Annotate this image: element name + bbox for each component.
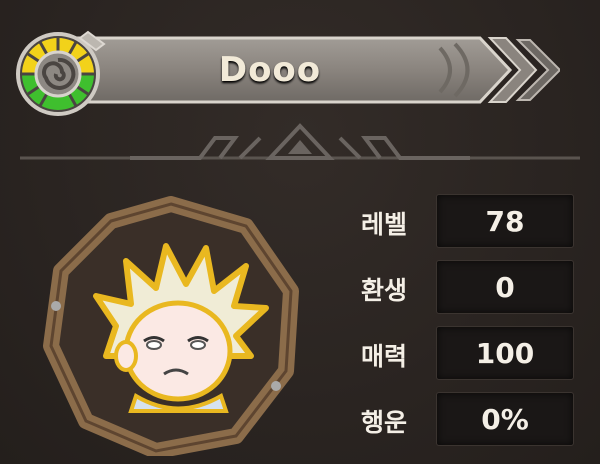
rank-emblem-icon [10,24,106,120]
stat-label: 매력 [360,342,407,371]
stat-label: 환생 [360,276,407,305]
stat-value: 100 [436,326,574,380]
ornament-divider [20,118,580,168]
profile-panel: Dooo 레벨 78 환생 0 매력 100 행운 0% [0,0,600,464]
stat-row-rebirth: 환생 0 [340,256,580,322]
stat-row-charm: 매력 100 [340,322,580,388]
stat-label: 레벨 [360,210,407,239]
stats-list: 레벨 78 환생 0 매력 100 행운 0% [340,190,580,454]
stat-value: 0 [436,260,574,314]
stat-row-level: 레벨 78 [340,190,580,256]
character-portrait [36,196,306,459]
stat-value: 78 [436,194,574,248]
stat-label: 행운 [360,408,407,437]
player-name: Dooo [218,50,322,90]
stat-row-luck: 행운 0% [340,388,580,454]
stat-value: 0% [436,392,574,446]
